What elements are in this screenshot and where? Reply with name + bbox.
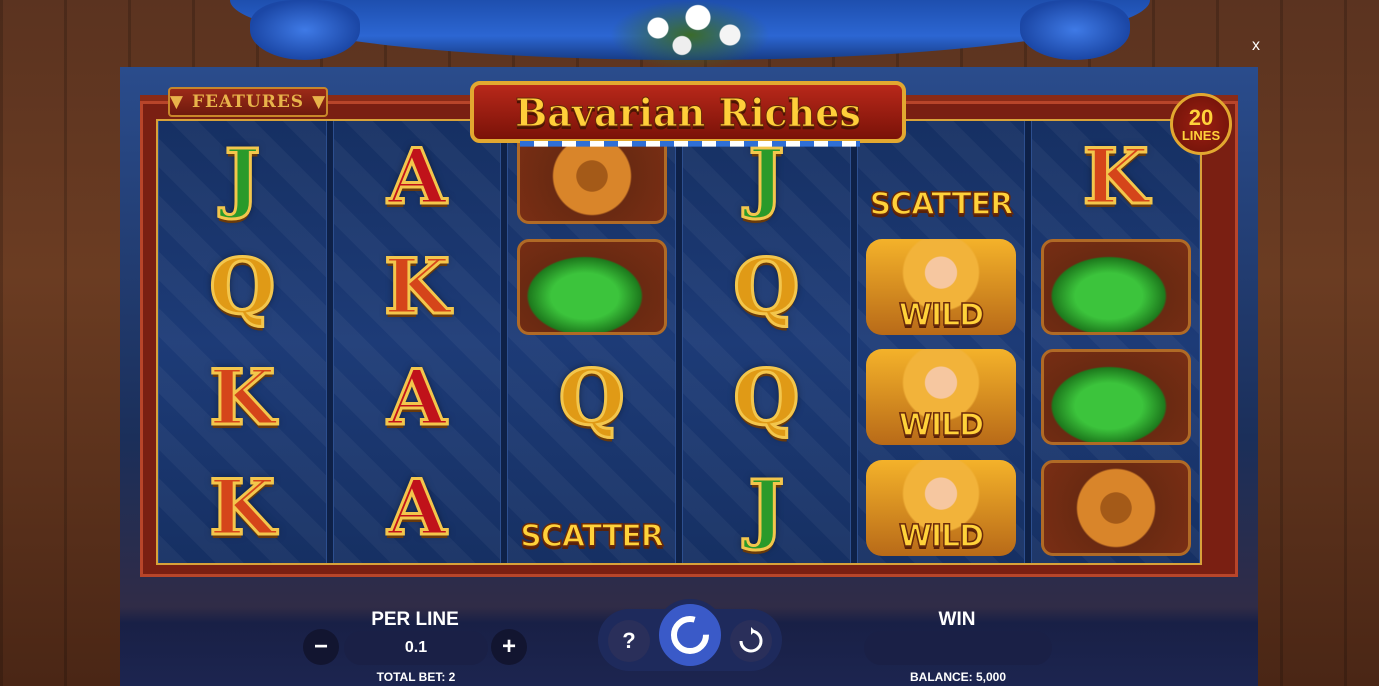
lines-badge: 20 LINES xyxy=(1170,93,1232,155)
symbol-j: J xyxy=(683,453,850,563)
balance-label: BALANCE: 5,000 xyxy=(909,670,1007,684)
reel-6: K xyxy=(1031,121,1201,563)
win-value xyxy=(864,631,1052,665)
symbol-k: K xyxy=(159,342,326,452)
lines-label: LINES xyxy=(1181,127,1221,143)
triangle-down-icon: ▼ xyxy=(169,92,184,112)
symbol-letter: A xyxy=(386,351,448,443)
game-title-banner: Bavarian Riches xyxy=(470,81,906,143)
symbol-letter: Q xyxy=(732,351,801,443)
game-title: Bavarian Riches xyxy=(515,89,862,135)
reel-3: Q SCATTER xyxy=(507,121,677,563)
close-button[interactable]: x xyxy=(1246,36,1266,56)
symbol-letter: A xyxy=(386,130,448,222)
hat-icon xyxy=(1040,349,1191,446)
decrease-bet-button[interactable]: − xyxy=(303,629,339,665)
symbol-hat xyxy=(1032,342,1199,452)
scatter-label: SCATTER xyxy=(869,187,1014,224)
symbol-wild: WILD xyxy=(858,342,1025,452)
hat-icon xyxy=(516,238,667,335)
symbol-pretzel xyxy=(1032,453,1199,563)
symbol-j: J xyxy=(159,121,326,231)
symbol-letter: A xyxy=(386,462,448,554)
symbol-hat xyxy=(1032,232,1199,342)
curtain-bow-right xyxy=(1020,0,1130,60)
symbol-k: K xyxy=(334,232,501,342)
wild-icon: WILD xyxy=(866,459,1017,556)
reel-4: JQQJ xyxy=(682,121,851,563)
autoplay-button[interactable] xyxy=(730,620,772,662)
features-button[interactable]: ▼ FEATURES ▼ xyxy=(168,87,328,117)
lines-count: 20 xyxy=(1188,104,1214,130)
symbol-k: K xyxy=(159,453,326,563)
scatter-icon: SCATTER xyxy=(517,460,667,556)
symbol-a: A xyxy=(334,453,501,563)
reels-grid: J Q K K A K A A Q SCATTER J Q Q J SCATTER WILD WILD WILD K xyxy=(156,119,1202,565)
scatter-label: SCATTER xyxy=(520,518,665,555)
help-button[interactable]: ? xyxy=(608,620,650,662)
symbol-letter: Q xyxy=(557,351,626,443)
per-line-value: 0.1 xyxy=(344,631,488,665)
symbol-letter: Q xyxy=(208,241,277,333)
symbol-letter: K xyxy=(382,241,451,333)
wild-icon: WILD xyxy=(866,349,1017,446)
symbol-hat xyxy=(508,232,675,342)
symbol-letter: K xyxy=(208,351,277,443)
autoplay-icon xyxy=(739,627,763,653)
symbol-wild: WILD xyxy=(858,232,1025,342)
symbol-letter: Q xyxy=(732,241,801,333)
symbol-q: Q xyxy=(159,232,326,342)
reel-2: AKAA xyxy=(332,121,502,563)
features-label: FEATURES xyxy=(191,92,305,112)
total-bet-label: TOTAL BET: 2 xyxy=(376,670,456,684)
symbol-q: Q xyxy=(508,342,675,452)
symbol-a: A xyxy=(334,342,501,452)
slot-game: J Q K K A K A A Q SCATTER J Q Q J SCATTER WILD WILD WILD K… xyxy=(120,67,1258,686)
pretzel-icon xyxy=(1040,459,1191,556)
wild-label: WILD xyxy=(898,297,985,334)
wild-label: WILD xyxy=(898,408,985,445)
symbol-letter: K xyxy=(1081,130,1150,222)
symbol-letter: K xyxy=(208,462,277,554)
triangle-down-icon: ▼ xyxy=(312,92,327,112)
spin-button[interactable] xyxy=(654,599,726,671)
symbol-q: Q xyxy=(683,232,850,342)
curtain-bow-left xyxy=(250,0,360,60)
reel-1: JQKK xyxy=(158,121,327,563)
wild-label: WILD xyxy=(898,518,985,555)
symbol-letter: J xyxy=(747,462,786,554)
per-line-label: PER LINE xyxy=(371,609,459,630)
symbol-scatter: SCATTER xyxy=(508,453,675,563)
wild-icon: WILD xyxy=(866,238,1017,335)
edelweiss-decoration xyxy=(610,0,770,70)
symbol-letter: J xyxy=(223,130,262,222)
symbol-wild: WILD xyxy=(858,453,1025,563)
reel-5: SCATTER WILD WILD WILD xyxy=(856,121,1026,563)
spin-icon xyxy=(671,616,709,654)
increase-bet-button[interactable]: + xyxy=(491,629,527,665)
symbol-q: Q xyxy=(683,342,850,452)
win-label: WIN xyxy=(938,609,976,630)
hat-icon xyxy=(1040,238,1191,335)
